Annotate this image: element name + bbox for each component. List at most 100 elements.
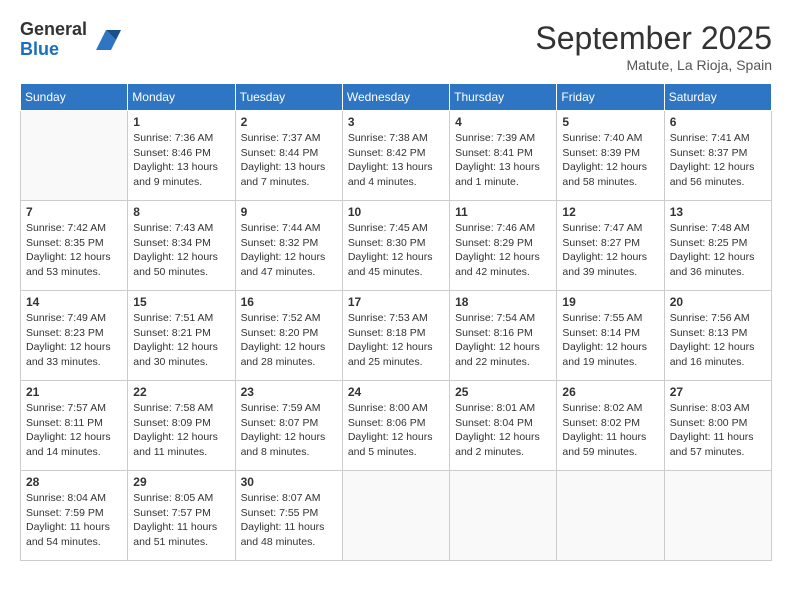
day-number: 10 [348,205,444,219]
day-number: 4 [455,115,551,129]
day-number: 16 [241,295,337,309]
location-text: Matute, La Rioja, Spain [535,57,772,73]
day-info: Sunrise: 7:51 AMSunset: 8:21 PMDaylight:… [133,311,229,370]
day-info: Sunrise: 7:52 AMSunset: 8:20 PMDaylight:… [241,311,337,370]
day-info: Sunrise: 7:48 AMSunset: 8:25 PMDaylight:… [670,221,766,280]
day-info: Sunrise: 8:00 AMSunset: 8:06 PMDaylight:… [348,401,444,460]
day-number: 18 [455,295,551,309]
calendar-cell: 29 Sunrise: 8:05 AMSunset: 7:57 PMDayligh… [128,471,235,561]
calendar-cell: 21 Sunrise: 7:57 AMSunset: 8:11 PMDayligh… [21,381,128,471]
logo-blue-text: Blue [20,40,87,60]
calendar-cell: 7 Sunrise: 7:42 AMSunset: 8:35 PMDaylight… [21,201,128,291]
day-number: 13 [670,205,766,219]
day-info: Sunrise: 7:54 AMSunset: 8:16 PMDaylight:… [455,311,551,370]
calendar-cell: 23Sunrise: 7:59 AMSunset: 8:07 PMDayligh… [235,381,342,471]
calendar-cell: 16 Sunrise: 7:52 AMSunset: 8:20 PMDayligh… [235,291,342,381]
calendar-cell [21,111,128,201]
calendar-header-row: SundayMondayTuesdayWednesdayThursdayFrid… [21,84,772,111]
day-info: Sunrise: 7:58 AMSunset: 8:09 PMDaylight:… [133,401,229,460]
calendar-cell: 10Sunrise: 7:45 AMSunset: 8:30 PMDayligh… [342,201,449,291]
day-number: 15 [133,295,229,309]
day-info: Sunrise: 7:53 AMSunset: 8:18 PMDaylight:… [348,311,444,370]
day-number: 9 [241,205,337,219]
logo-general-text: General [20,20,87,40]
calendar-cell: 11 Sunrise: 7:46 AMSunset: 8:29 PMDayligh… [450,201,557,291]
week-row-5: 28Sunrise: 8:04 AMSunset: 7:59 PMDayligh… [21,471,772,561]
day-info: Sunrise: 7:59 AMSunset: 8:07 PMDaylight:… [241,401,337,460]
day-number: 1 [133,115,229,129]
calendar-table: SundayMondayTuesdayWednesdayThursdayFrid… [20,83,772,561]
title-block: September 2025 Matute, La Rioja, Spain [535,20,772,73]
calendar-cell: 18 Sunrise: 7:54 AMSunset: 8:16 PMDayligh… [450,291,557,381]
day-header-monday: Monday [128,84,235,111]
day-number: 6 [670,115,766,129]
day-info: Sunrise: 8:01 AMSunset: 8:04 PMDaylight:… [455,401,551,460]
calendar-cell: 20Sunrise: 7:56 AMSunset: 8:13 PMDayligh… [664,291,771,381]
calendar-cell [664,471,771,561]
day-header-thursday: Thursday [450,84,557,111]
day-info: Sunrise: 7:37 AMSunset: 8:44 PMDaylight:… [241,131,337,190]
calendar-cell: 28Sunrise: 8:04 AMSunset: 7:59 PMDayligh… [21,471,128,561]
day-info: Sunrise: 7:42 AMSunset: 8:35 PMDaylight:… [26,221,122,280]
calendar-cell: 25 Sunrise: 8:01 AMSunset: 8:04 PMDayligh… [450,381,557,471]
calendar-cell: 30Sunrise: 8:07 AMSunset: 7:55 PMDayligh… [235,471,342,561]
day-info: Sunrise: 7:46 AMSunset: 8:29 PMDaylight:… [455,221,551,280]
calendar-cell: 24 Sunrise: 8:00 AMSunset: 8:06 PMDayligh… [342,381,449,471]
day-header-sunday: Sunday [21,84,128,111]
day-number: 21 [26,385,122,399]
day-header-tuesday: Tuesday [235,84,342,111]
calendar-cell: 17 Sunrise: 7:53 AMSunset: 8:18 PMDayligh… [342,291,449,381]
day-number: 26 [562,385,658,399]
day-info: Sunrise: 7:43 AMSunset: 8:34 PMDaylight:… [133,221,229,280]
calendar-cell: 22Sunrise: 7:58 AMSunset: 8:09 PMDayligh… [128,381,235,471]
week-row-4: 21 Sunrise: 7:57 AMSunset: 8:11 PMDayligh… [21,381,772,471]
day-number: 24 [348,385,444,399]
calendar-cell: 9 Sunrise: 7:44 AMSunset: 8:32 PMDaylight… [235,201,342,291]
day-info: Sunrise: 7:44 AMSunset: 8:32 PMDaylight:… [241,221,337,280]
day-number: 2 [241,115,337,129]
calendar-cell: 13 Sunrise: 7:48 AMSunset: 8:25 PMDayligh… [664,201,771,291]
day-info: Sunrise: 8:05 AMSunset: 7:57 PMDaylight:… [133,491,229,550]
calendar-cell: 19 Sunrise: 7:55 AMSunset: 8:14 PMDayligh… [557,291,664,381]
calendar-cell: 27 Sunrise: 8:03 AMSunset: 8:00 PMDayligh… [664,381,771,471]
day-number: 5 [562,115,658,129]
day-number: 19 [562,295,658,309]
day-header-saturday: Saturday [664,84,771,111]
day-info: Sunrise: 7:36 AMSunset: 8:46 PMDaylight:… [133,131,229,190]
day-number: 8 [133,205,229,219]
logo: General Blue [20,20,121,60]
day-info: Sunrise: 7:47 AMSunset: 8:27 PMDaylight:… [562,221,658,280]
week-row-2: 7 Sunrise: 7:42 AMSunset: 8:35 PMDaylight… [21,201,772,291]
calendar-cell: 1 Sunrise: 7:36 AMSunset: 8:46 PMDaylight… [128,111,235,201]
day-number: 11 [455,205,551,219]
calendar-cell: 12 Sunrise: 7:47 AMSunset: 8:27 PMDayligh… [557,201,664,291]
day-number: 27 [670,385,766,399]
day-number: 25 [455,385,551,399]
day-info: Sunrise: 7:49 AMSunset: 8:23 PMDaylight:… [26,311,122,370]
logo-icon [91,25,121,55]
day-number: 29 [133,475,229,489]
day-number: 12 [562,205,658,219]
day-number: 14 [26,295,122,309]
calendar-cell [342,471,449,561]
day-info: Sunrise: 8:03 AMSunset: 8:00 PMDaylight:… [670,401,766,460]
day-info: Sunrise: 7:55 AMSunset: 8:14 PMDaylight:… [562,311,658,370]
calendar-cell [557,471,664,561]
calendar-cell: 8 Sunrise: 7:43 AMSunset: 8:34 PMDaylight… [128,201,235,291]
calendar-cell: 15 Sunrise: 7:51 AMSunset: 8:21 PMDayligh… [128,291,235,381]
day-info: Sunrise: 7:56 AMSunset: 8:13 PMDaylight:… [670,311,766,370]
calendar-cell [450,471,557,561]
week-row-3: 14 Sunrise: 7:49 AMSunset: 8:23 PMDayligh… [21,291,772,381]
calendar-cell: 6Sunrise: 7:41 AMSunset: 8:37 PMDaylight… [664,111,771,201]
calendar-cell: 5Sunrise: 7:40 AMSunset: 8:39 PMDaylight… [557,111,664,201]
day-number: 30 [241,475,337,489]
day-info: Sunrise: 7:57 AMSunset: 8:11 PMDaylight:… [26,401,122,460]
calendar-cell: 3Sunrise: 7:38 AMSunset: 8:42 PMDaylight… [342,111,449,201]
page-header: General Blue September 2025 Matute, La R… [20,20,772,73]
month-title: September 2025 [535,20,772,57]
day-number: 3 [348,115,444,129]
day-number: 17 [348,295,444,309]
calendar-cell: 26Sunrise: 8:02 AMSunset: 8:02 PMDayligh… [557,381,664,471]
calendar-cell: 14 Sunrise: 7:49 AMSunset: 8:23 PMDayligh… [21,291,128,381]
day-number: 7 [26,205,122,219]
